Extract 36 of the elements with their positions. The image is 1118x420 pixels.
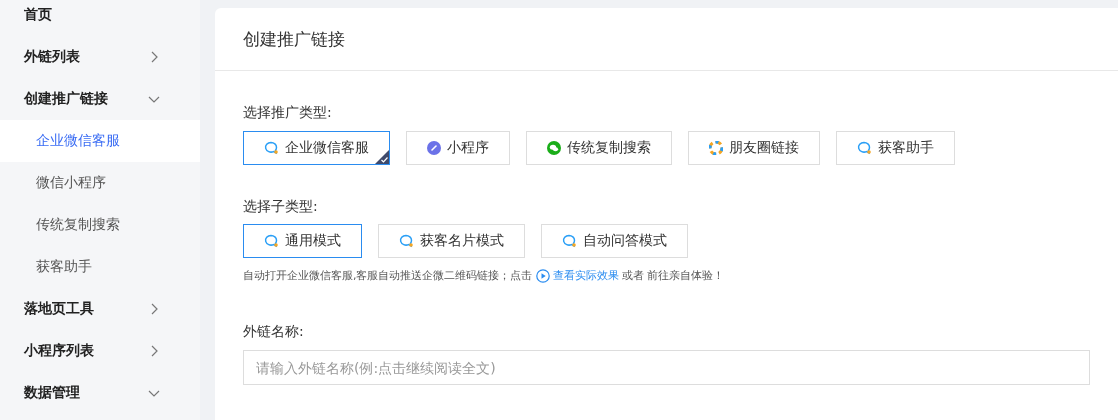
- sidebar-item[interactable]: 落地页工具: [0, 288, 200, 330]
- option-button[interactable]: 自动问答模式: [541, 224, 688, 258]
- chat-bubble-icon: [399, 234, 414, 248]
- option-button[interactable]: 企业微信客服: [243, 131, 390, 165]
- link-circle-icon: [427, 141, 441, 155]
- sidebar-item[interactable]: 外链列表: [0, 36, 200, 78]
- hint-text: 自动打开企业微信客服,客服自动推送企微二维码链接；点击: [243, 268, 533, 283]
- card-title: 创建推广链接: [215, 8, 1118, 71]
- sidebar-subitem[interactable]: 获客助手: [0, 246, 200, 288]
- chat-bubble-icon: [562, 234, 577, 248]
- sidebar-item[interactable]: 首页: [0, 0, 200, 36]
- chat-bubble-icon: [857, 141, 872, 155]
- aperture-icon: [709, 141, 723, 155]
- sidebar-subitem[interactable]: 微信小程序: [0, 162, 200, 204]
- sidebar-item[interactable]: 小程序列表: [0, 330, 200, 372]
- check-corner-icon: [375, 150, 389, 164]
- option-button[interactable]: 小程序: [406, 131, 510, 165]
- link[interactable]: 查看实际效果: [552, 268, 619, 283]
- sidebar-subitem[interactable]: 传统复制搜索: [0, 204, 200, 246]
- option-button[interactable]: 传统复制搜索: [526, 131, 672, 165]
- field-label: 外链名称:: [243, 323, 305, 341]
- input-field[interactable]: 请输入外链名称(例:点击继续阅读全文): [243, 350, 1090, 385]
- section-label: 选择推广类型:: [243, 104, 333, 122]
- option-button[interactable]: 朋友圈链接: [688, 131, 820, 165]
- section-label: 选择子类型:: [243, 198, 319, 216]
- chat-bubble-icon: [264, 141, 279, 155]
- sidebar-item[interactable]: 创建推广链接: [0, 78, 200, 120]
- play-circle-icon: [535, 268, 550, 283]
- sidebar-subitem[interactable]: 企业微信客服: [0, 120, 200, 162]
- chat-bubble-icon: [264, 234, 279, 248]
- option-button[interactable]: 通用模式: [243, 224, 362, 258]
- option-button[interactable]: 获客助手: [836, 131, 955, 165]
- hint-text: 或者 前往亲自体验！: [621, 268, 724, 283]
- option-button[interactable]: 获客名片模式: [378, 224, 525, 258]
- sidebar-item[interactable]: 数据管理: [0, 372, 200, 414]
- chat-circle-icon: [547, 141, 561, 155]
